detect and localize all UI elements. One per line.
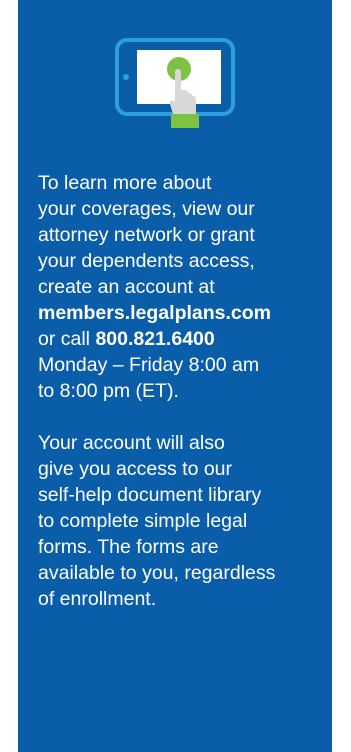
text-line: give you access to our bbox=[38, 458, 233, 480]
text-line: your coverages, view our bbox=[38, 198, 255, 220]
text-line: attorney network or grant bbox=[38, 224, 255, 246]
paragraph-document-library: Your account will also give you access t… bbox=[38, 430, 330, 612]
paragraph-account-info: To learn more about your coverages, view… bbox=[38, 170, 330, 404]
text-line: to 8:00 pm (ET). bbox=[38, 380, 179, 402]
info-copy: To learn more about your coverages, view… bbox=[38, 170, 330, 612]
text-line: Your account will also bbox=[38, 432, 225, 454]
text-line: of enrollment. bbox=[38, 588, 157, 610]
tablet-tap-icon bbox=[115, 38, 235, 128]
text-line: To learn more about bbox=[38, 172, 212, 194]
text-line: to complete simple legal bbox=[38, 510, 248, 532]
call-line: or call 800.821.6400 bbox=[38, 326, 330, 352]
text-line: forms. The forms are bbox=[38, 536, 219, 558]
text-line: Monday – Friday 8:00 am bbox=[38, 354, 260, 376]
text-line: self-help document library bbox=[38, 484, 262, 506]
call-prefix: or call bbox=[38, 328, 96, 350]
phone-number[interactable]: 800.821.6400 bbox=[95, 328, 214, 350]
text-line: your dependents access, bbox=[38, 250, 255, 272]
text-line: create an account at bbox=[38, 276, 215, 298]
text-line: available to you, regardless bbox=[38, 562, 276, 584]
website-link[interactable]: members.legalplans.com bbox=[38, 300, 330, 326]
info-panel: To learn more about your coverages, view… bbox=[18, 0, 332, 752]
